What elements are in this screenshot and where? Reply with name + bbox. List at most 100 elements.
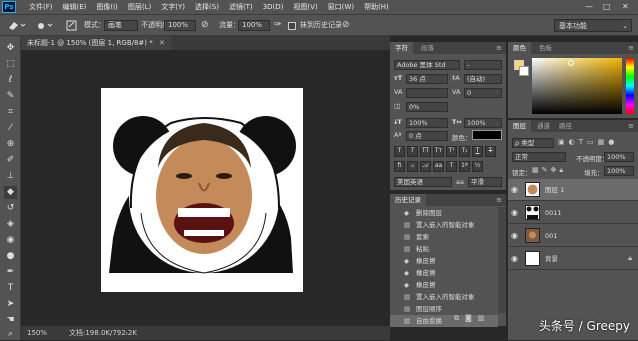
brush-size-picker[interactable] (36, 19, 60, 32)
filter-pixel-icon[interactable]: ▣ (558, 138, 565, 148)
lasso-tool-icon[interactable]: ℓ (4, 74, 17, 87)
history-item[interactable]: ◆ 橡皮擦 (390, 279, 498, 291)
menu-layer[interactable]: 图层(L) (123, 0, 156, 14)
fill-input[interactable]: 100% (604, 166, 634, 176)
faux-italic-button[interactable]: T (407, 146, 418, 157)
ligature-button[interactable]: fi (394, 161, 405, 172)
layer-row[interactable]: ◉ 背景 🔒︎ (508, 248, 638, 270)
menu-filter[interactable]: 滤镜(T) (224, 0, 258, 14)
eye-icon[interactable]: ◉ (511, 254, 520, 263)
brush-tool-icon[interactable]: ✐ (4, 154, 17, 167)
text-color-swatch[interactable] (472, 130, 502, 140)
layers-menu-icon[interactable]: ≡ (628, 120, 634, 132)
tab-channels[interactable]: 通道 (532, 120, 555, 132)
color-field[interactable] (532, 58, 622, 114)
menu-edit[interactable]: 编辑(E) (58, 0, 92, 14)
history-menu-icon[interactable]: ≡ (496, 194, 502, 206)
language-dropdown[interactable]: 美国英语 (394, 177, 452, 187)
ordinal-button[interactable]: 1ª (459, 161, 470, 172)
tab-character[interactable]: 字符 (390, 42, 413, 54)
blur-tool-icon[interactable]: ◉ (4, 234, 17, 247)
lock-pixels-icon[interactable]: ✎ (542, 166, 548, 176)
tab-layers[interactable]: 图层 (508, 120, 531, 132)
filter-type-icon[interactable]: T (579, 138, 583, 148)
font-style-dropdown[interactable]: - (464, 60, 502, 70)
blend-mode-dropdown[interactable]: 正常 (512, 152, 566, 162)
vertical-scale-input[interactable]: 100% (406, 118, 448, 128)
filter-adjustment-icon[interactable]: ◐ (569, 138, 575, 148)
opacity-input[interactable]: 100% (164, 20, 196, 31)
lock-transparent-icon[interactable]: ▦ (532, 166, 539, 176)
layer-name[interactable]: 图层 1 (545, 179, 564, 201)
pen-tool-icon[interactable]: ✒ (4, 266, 17, 279)
tab-color[interactable]: 颜色 (508, 42, 531, 54)
menu-image[interactable]: 图像(I) (91, 0, 123, 14)
path-select-icon[interactable]: ➤ (4, 298, 17, 311)
history-item[interactable]: ◆ 橡皮擦 (390, 255, 498, 267)
hue-slider[interactable] (626, 58, 634, 114)
move-tool-icon[interactable]: ✥ (4, 42, 17, 55)
camera-icon[interactable]: ◙ (465, 314, 472, 324)
healing-brush-icon[interactable]: ⊕ (4, 138, 17, 151)
history-scrollbar[interactable] (498, 207, 506, 313)
kerning-input[interactable] (406, 88, 448, 98)
font-family-dropdown[interactable]: Adobe 黑体 Std (394, 60, 460, 70)
marquee-tool-icon[interactable]: ⬚ (4, 58, 17, 71)
history-item[interactable]: ◆ 橡皮擦 (390, 267, 498, 279)
color-picker-cursor[interactable] (568, 60, 574, 66)
superscript-button[interactable]: T¹ (446, 146, 457, 157)
lock-all-icon[interactable]: 🔒︎ (559, 166, 563, 176)
chevron-right-icon[interactable]: › (125, 326, 128, 340)
zoom-tool-icon[interactable]: ⌕ (4, 328, 17, 341)
pressure-opacity-icon[interactable]: ⊘ (201, 19, 209, 32)
layer-name[interactable]: 背景 (545, 248, 558, 270)
layer-row-selected[interactable]: ◉ 图层 1 (508, 179, 638, 201)
titling-button[interactable]: T (446, 161, 457, 172)
brush-panel-toggle[interactable] (66, 19, 78, 32)
alternates-button[interactable]: aa (433, 161, 444, 172)
strikethrough-button[interactable]: T (485, 146, 496, 157)
horizontal-scale-input[interactable]: 100% (464, 118, 502, 128)
close-tab-icon[interactable]: ✕ (159, 39, 165, 47)
history-item[interactable]: ▤ 置入嵌入的智能对象 (390, 219, 498, 231)
menu-view[interactable]: 视图(V) (288, 0, 322, 14)
paint-bucket-icon[interactable]: ◈ (4, 218, 17, 231)
layer-filter-dropdown[interactable]: ρ 类型 (512, 138, 554, 148)
layer-row[interactable]: ◉ 001 (508, 225, 638, 247)
subscript-button[interactable]: T₁ (459, 146, 470, 157)
color-menu-icon[interactable]: ≡ (628, 42, 634, 54)
mode-dropdown[interactable]: 画笔 (104, 20, 138, 31)
dodge-tool-icon[interactable]: ● (4, 250, 17, 263)
tab-paths[interactable]: 路径 (554, 120, 577, 132)
baseline-input[interactable]: 0 点 (406, 131, 448, 141)
flow-input[interactable]: 100% (238, 20, 270, 31)
eraser-tool-icon[interactable]: ◆ (4, 186, 17, 199)
eye-icon[interactable]: ◉ (511, 185, 520, 194)
clone-stamp-icon[interactable]: ⊥ (4, 170, 17, 183)
layer-row[interactable]: ◉ 0011 (508, 202, 638, 224)
eyedropper-tool-icon[interactable]: ⁄ (4, 122, 17, 135)
history-brush-icon[interactable]: ↺ (4, 202, 17, 215)
close-button[interactable]: ✕ (622, 0, 629, 14)
zoom-level[interactable]: 150% (27, 326, 47, 340)
layer-opacity-input[interactable]: 100% (604, 152, 634, 162)
history-item[interactable]: ▤ 套索 (390, 231, 498, 243)
quick-select-tool-icon[interactable]: ✎ (4, 90, 17, 103)
snapshot-from-state-icon[interactable]: ⧉ (454, 314, 459, 324)
photoshop-logo[interactable]: Ps (2, 1, 16, 13)
underline-button[interactable]: T (472, 146, 483, 157)
lock-position-icon[interactable]: ✥ (551, 166, 557, 176)
history-item[interactable]: ◆ 删除图层 (390, 207, 498, 219)
filter-toggle-icon[interactable]: ● (608, 138, 614, 148)
panel-menu-icon[interactable]: ≡ (496, 42, 502, 54)
menu-help[interactable]: 帮助(H) (359, 0, 394, 14)
leading-input[interactable]: (自动) (464, 74, 502, 84)
type-tool-icon[interactable]: T (4, 282, 17, 295)
background-color-swatch[interactable] (519, 66, 529, 76)
menu-select[interactable]: 选择(S) (190, 0, 224, 14)
eye-icon[interactable]: ◉ (511, 231, 520, 240)
fraction-button[interactable]: ½ (472, 161, 483, 172)
menu-window[interactable]: 窗口(W) (323, 0, 359, 14)
old-style-button[interactable]: ℴ (407, 161, 418, 172)
minimize-button[interactable]: — (585, 0, 593, 14)
